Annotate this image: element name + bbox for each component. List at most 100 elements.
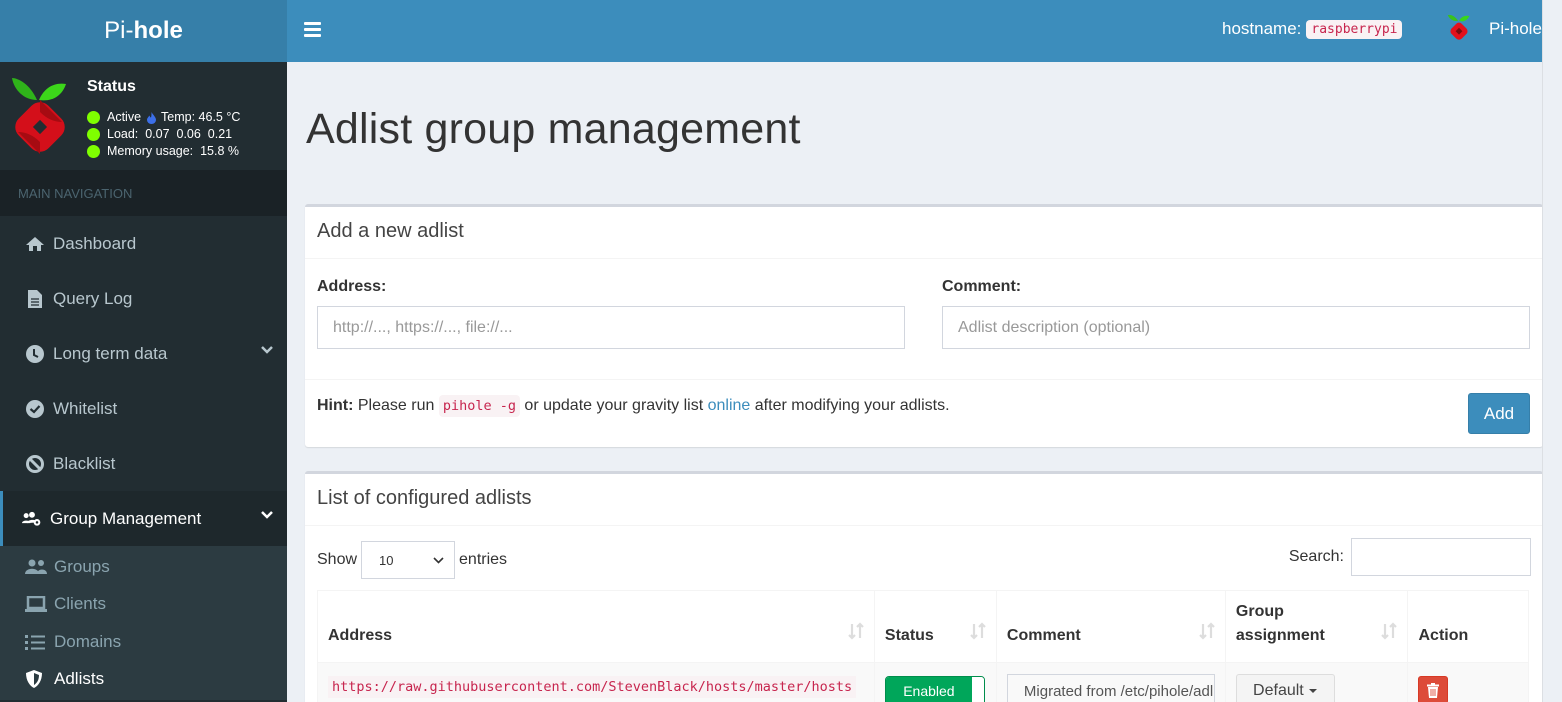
address-placeholder: http://..., https://..., file://... — [333, 318, 513, 336]
entries-value: 10 — [379, 552, 394, 568]
load-indicator-icon — [87, 128, 100, 141]
hint-text: Hint: Please run pihole -g or update you… — [317, 395, 950, 417]
add-adlist-footer: Hint: Please run pihole -g or update you… — [305, 379, 1543, 447]
app-logo[interactable]: Pi-hole — [0, 0, 287, 62]
group-cell: Default — [1224, 662, 1409, 702]
logo-text-bold: hole — [133, 17, 183, 44]
status-memory: Memory usage: 15.8 % — [87, 143, 240, 160]
hostname-value: raspberrypi — [1306, 19, 1403, 39]
column-header-action: Action — [1407, 590, 1529, 663]
memory-indicator-icon — [87, 145, 100, 158]
column-header-group-assignment[interactable]: Group assignment — [1224, 590, 1409, 663]
sort-icon — [1199, 622, 1215, 648]
hint-command: pihole -g — [438, 395, 520, 417]
column-header-status[interactable]: Status — [873, 590, 997, 663]
chevron-down-icon — [433, 556, 444, 564]
sidebar-item-group-management[interactable]: Group Management — [0, 491, 287, 546]
sidebar-subitem-label: Domains — [54, 631, 122, 651]
table-search: Search: — [1289, 538, 1531, 576]
status-toggle[interactable]: Enabled — [884, 676, 985, 702]
comment-label: Comment: — [942, 278, 1022, 295]
column-label: Address — [328, 627, 393, 644]
entries-label: entries — [459, 551, 508, 568]
add-button[interactable]: Add — [1468, 393, 1530, 434]
column-label: Group assignment — [1235, 603, 1325, 644]
status-cell: Enabled — [873, 662, 997, 702]
status-active: Active Temp: 46.5 °C — [87, 109, 240, 126]
user-menu[interactable]: Pi-hole — [1447, 12, 1542, 46]
add-adlist-title: Add a new adlist — [305, 207, 1543, 259]
address-cell: https://raw.githubusercontent.com/Steven… — [317, 662, 875, 702]
sidebar-item-blacklist[interactable]: Blacklist — [0, 436, 287, 491]
user-friends-icon — [25, 559, 49, 575]
sidebar-item-groups[interactable]: Groups — [0, 548, 287, 586]
sidebar-item-label: Whitelist — [53, 398, 118, 418]
logo-text-light: Pi- — [104, 17, 134, 44]
sidebar-item-dashboard[interactable]: Dashboard — [0, 216, 287, 271]
action-cell — [1407, 662, 1529, 702]
adlist-address: https://raw.githubusercontent.com/Steven… — [328, 676, 857, 698]
sidebar-item-long-term-data[interactable]: Long term data — [0, 326, 287, 381]
page-scrollbar[interactable] — [1542, 0, 1562, 702]
pihole-small-logo-icon — [1447, 14, 1470, 40]
pihole-logo-icon — [12, 78, 66, 154]
clock-icon — [25, 344, 45, 363]
toggle-handle — [971, 677, 984, 702]
sort-icon — [1381, 622, 1398, 648]
online-gravity-link[interactable]: online — [708, 397, 751, 414]
sidebar-item-adlists[interactable]: Adlists — [0, 661, 287, 699]
column-label: Action — [1418, 627, 1469, 644]
sidebar-item-query-log[interactable]: Query Log — [0, 271, 287, 326]
sidebar-item-whitelist[interactable]: Whitelist — [0, 381, 287, 436]
address-input[interactable]: http://..., https://..., file://... — [317, 306, 905, 349]
active-indicator-icon — [87, 111, 100, 124]
adlist-table-box: List of configured adlists Show 10 entri… — [305, 471, 1543, 702]
fire-icon — [147, 111, 157, 124]
comment-input[interactable]: Adlist description (optional) — [942, 306, 1530, 349]
hint-part: or update your gravity list — [519, 397, 708, 414]
top-navbar: hostname: raspberrypi Pi-hole — [287, 0, 1542, 62]
home-icon — [25, 236, 45, 252]
hostname-display: hostname: raspberrypi — [1222, 19, 1403, 39]
column-header-comment[interactable]: Comment — [995, 590, 1226, 663]
sidebar-subitem-label: Adlists — [54, 669, 105, 689]
sidebar-toggle-icon[interactable] — [304, 22, 321, 38]
temperature-label: Temp: 46.5 °C — [161, 110, 241, 124]
active-label: Active — [107, 110, 142, 124]
comment-cell: Migrated from /etc/pihole/adlists.list — [995, 662, 1226, 702]
entries-length-control: Show 10 entries — [317, 541, 507, 579]
status-title: Status — [87, 78, 136, 95]
sidebar-item-label: Long term data — [53, 343, 168, 363]
sidebar-item-domains[interactable]: Domains — [0, 623, 287, 661]
search-input[interactable] — [1351, 538, 1531, 576]
status-panel: Status Active Temp: 46.5 °C Load: 0.07 0… — [0, 62, 287, 170]
entries-select[interactable]: 10 — [361, 541, 456, 579]
page-title: Adlist group management — [306, 105, 801, 153]
group-assignment-dropdown[interactable]: Default — [1235, 674, 1335, 702]
sidebar: Status Active Temp: 46.5 °C Load: 0.07 0… — [0, 62, 287, 702]
column-header-address[interactable]: Address — [317, 590, 875, 663]
delete-button[interactable] — [1418, 676, 1449, 702]
comment-placeholder: Adlist description (optional) — [958, 318, 1151, 336]
search-label: Search: — [1288, 548, 1344, 565]
memory-label: Memory usage: 15.8 % — [107, 144, 240, 158]
column-label: Comment — [1006, 627, 1081, 644]
row-comment-input[interactable]: Migrated from /etc/pihole/adlists.list — [1006, 674, 1215, 702]
adlist-table: Address Status Comment Group assignment … — [317, 590, 1529, 702]
main-content: Adlist group management Add a new adlist… — [287, 62, 1543, 702]
sidebar-item-clients[interactable]: Clients — [0, 586, 287, 624]
ban-icon — [25, 454, 45, 473]
file-icon — [25, 289, 45, 308]
hint-label: Hint: — [317, 397, 354, 414]
group-value: Default — [1253, 682, 1304, 699]
check-circle-icon — [25, 399, 45, 418]
laptop-icon — [25, 596, 49, 613]
add-adlist-box: Add a new adlist Address: http://..., ht… — [305, 204, 1543, 447]
column-label: Status — [884, 627, 934, 644]
hint-part: after modifying your adlists. — [750, 397, 950, 414]
trash-icon — [1427, 682, 1440, 698]
sidebar-item-label: Group Management — [50, 508, 202, 528]
caret-down-icon — [1308, 689, 1317, 693]
shield-icon — [25, 670, 49, 689]
user-menu-label: Pi-hole — [1489, 19, 1542, 38]
